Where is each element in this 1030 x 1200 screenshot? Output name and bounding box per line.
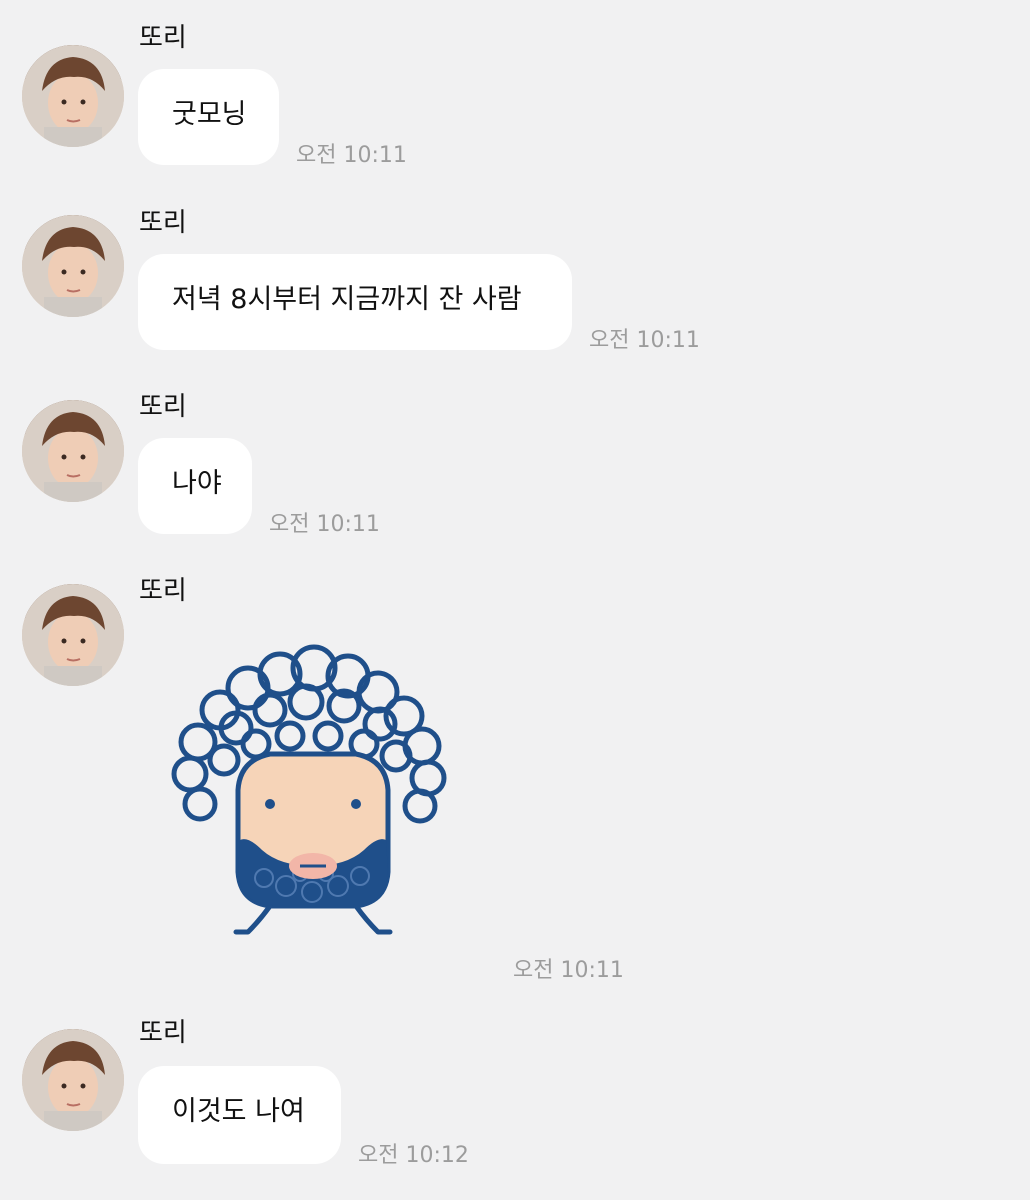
message-bubble[interactable]: 나야 (138, 438, 252, 534)
message-bubble[interactable]: 저녁 8시부터 지금까지 잔 사람 (138, 254, 572, 350)
sender-name: 또리 (139, 392, 187, 422)
sender-name: 또리 (139, 208, 187, 238)
message-time: 오전 10:11 (513, 958, 624, 983)
message-row: 또리 이것도 나여 오전 10:12 (0, 1018, 1030, 1172)
sender-name: 또리 (139, 1018, 187, 1048)
avatar[interactable] (22, 1029, 124, 1131)
sender-name: 또리 (139, 576, 187, 606)
avatar[interactable] (22, 215, 124, 317)
message-time: 오전 10:11 (296, 143, 407, 168)
curly-hair-bearded-character-sticker[interactable] (160, 640, 480, 940)
message-time: 오전 10:11 (269, 512, 380, 537)
message-time: 오전 10:12 (358, 1143, 469, 1168)
sender-name: 또리 (139, 23, 187, 53)
message-row: 또리 오전 10:11 (0, 576, 1030, 983)
avatar[interactable] (22, 45, 124, 147)
message-bubble[interactable]: 이것도 나여 (138, 1066, 341, 1164)
message-row: 또리 굿모닝 오전 10:11 (0, 23, 1030, 168)
avatar[interactable] (22, 584, 124, 686)
message-time: 오전 10:11 (589, 328, 700, 353)
message-row: 또리 나야 오전 10:11 (0, 392, 1030, 537)
message-bubble[interactable]: 굿모닝 (138, 69, 279, 165)
avatar[interactable] (22, 400, 124, 502)
message-row: 또리 저녁 8시부터 지금까지 잔 사람 오전 10:11 (0, 208, 1030, 353)
